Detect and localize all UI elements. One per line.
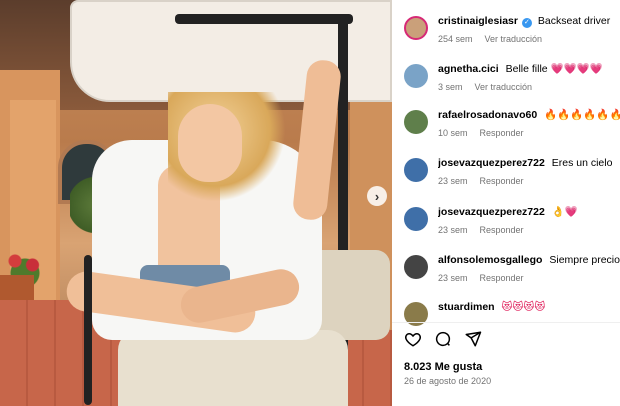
comment-text: Eres un cielo: [551, 157, 613, 169]
comment-username[interactable]: alfonsolemosgallego: [438, 254, 542, 266]
reply-link[interactable]: Responder: [480, 225, 524, 235]
chevron-right-icon[interactable]: ›: [367, 186, 387, 206]
comment-username[interactable]: josevazquezperez722: [438, 157, 545, 169]
comment-username[interactable]: rafaelrosadonavo60: [438, 109, 537, 121]
cart-seat: [118, 330, 348, 406]
comment-text: Siempre preciosa: [549, 254, 620, 266]
comment-emoji: 👌💗: [551, 206, 578, 218]
comment-username[interactable]: cristinaiglesiasr: [438, 15, 518, 27]
like-count[interactable]: 8.023 Me gusta: [404, 361, 482, 373]
caption: cristinaiglesiasr ✓ Backseat driver 254 s…: [404, 14, 620, 44]
post-actions: [404, 330, 482, 353]
comment-username[interactable]: agnetha.cici: [438, 63, 499, 75]
cart-frame: [84, 255, 92, 405]
comment: josevazquezperez722 Eres un cielo 23 sem…: [404, 156, 620, 186]
reply-link[interactable]: Responder: [480, 273, 524, 283]
reply-link[interactable]: Responder: [480, 176, 524, 186]
avatar[interactable]: [404, 16, 428, 40]
comment-emoji: 💗💗💗💗: [550, 63, 603, 75]
send-icon[interactable]: [464, 330, 482, 353]
heart-icon[interactable]: [404, 330, 422, 353]
comment: josevazquezperez722 👌💗 23 sem Responder: [404, 205, 620, 235]
avatar[interactable]: [404, 207, 428, 231]
avatar[interactable]: [404, 255, 428, 279]
comment: rafaelrosadonavo60 🔥🔥🔥🔥🔥🔥 10 sem Respond…: [404, 108, 620, 138]
comment-username[interactable]: josevazquezperez722: [438, 206, 545, 218]
see-translation-link[interactable]: Ver traducción: [475, 82, 533, 92]
reply-link[interactable]: Responder: [480, 128, 524, 138]
post-date: 26 de agosto de 2020: [404, 376, 492, 386]
comment-time: 23 sem: [438, 176, 468, 186]
comment-time: 23 sem: [438, 225, 468, 235]
comment-emoji: 🔥🔥🔥🔥🔥🔥: [544, 109, 620, 121]
cart-frame: [175, 14, 353, 24]
comments-panel: cristinaiglesiasr ✓ Backseat driver 254 s…: [392, 0, 620, 406]
comment-time: 23 sem: [438, 273, 468, 283]
comment-time: 10 sem: [438, 128, 468, 138]
divider: [392, 322, 620, 323]
post-photo: ›: [0, 0, 392, 406]
comment-emoji: 😻😻😻😻: [501, 301, 546, 313]
head: [178, 104, 242, 182]
avatar[interactable]: [404, 158, 428, 182]
verified-badge-icon: ✓: [521, 18, 532, 28]
avatar[interactable]: [404, 64, 428, 88]
comment: agnetha.cici Belle fille 💗💗💗💗 3 sem Ver …: [404, 62, 620, 92]
comment-time: 3 sem: [438, 82, 463, 92]
see-translation-link[interactable]: Ver traducción: [485, 34, 543, 44]
comment-username[interactable]: stuardimen: [438, 301, 495, 313]
comment-text: Backseat driver: [537, 15, 611, 27]
comment: alfonsolemosgallego Siempre preciosa 23 …: [404, 253, 620, 283]
avatar[interactable]: [404, 110, 428, 134]
comment-text: Belle fille: [505, 63, 548, 75]
comment-icon[interactable]: [434, 330, 452, 353]
comment-time: 254 sem: [438, 34, 473, 44]
